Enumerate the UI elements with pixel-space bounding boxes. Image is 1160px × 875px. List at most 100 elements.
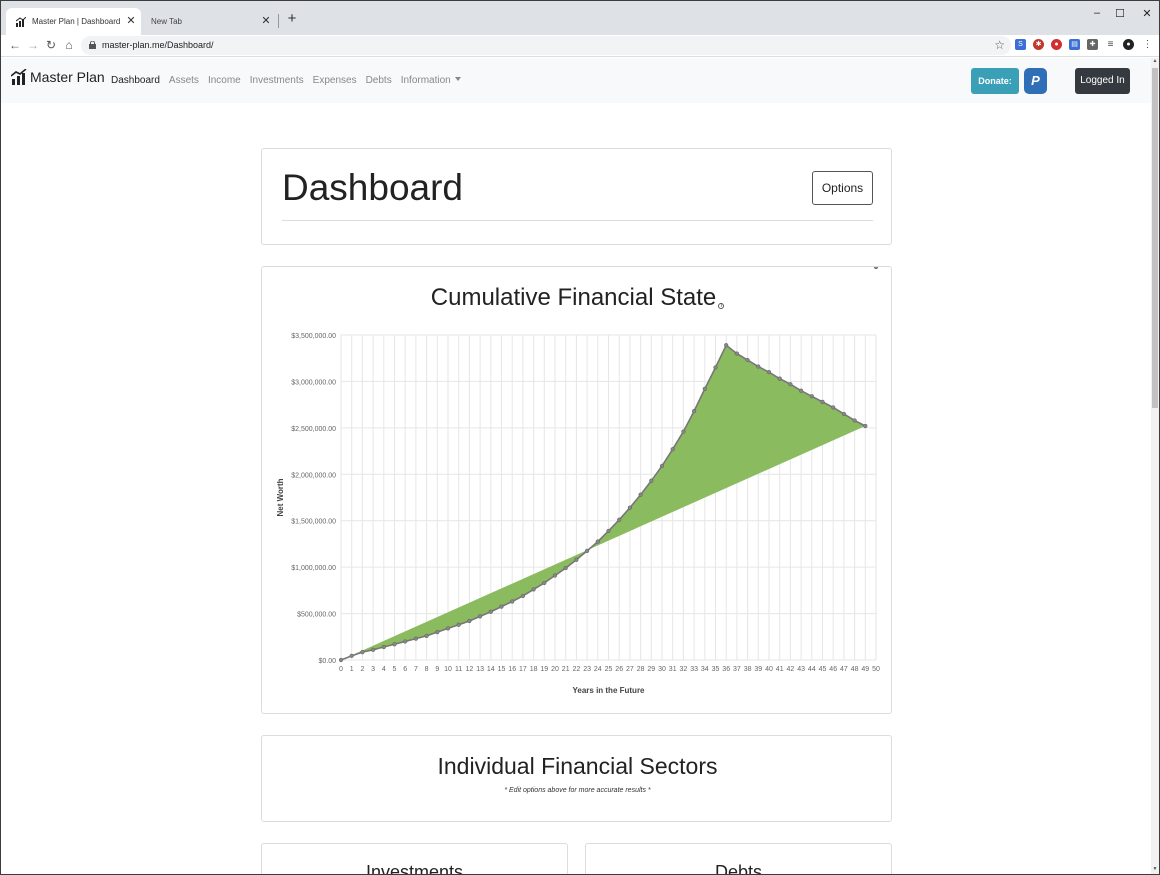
data-point xyxy=(659,463,665,469)
scroll-down-icon[interactable]: ▼ xyxy=(1151,866,1159,872)
data-point xyxy=(542,580,547,586)
data-point xyxy=(788,382,793,387)
data-point xyxy=(595,539,600,544)
reading-list-icon[interactable]: ≡ xyxy=(1105,39,1116,50)
chart-card: Cumulative Financial State i $0.00 $500,00… xyxy=(261,266,892,714)
y-tick-label: $1,000,000.00 xyxy=(291,565,336,572)
site-logo-icon xyxy=(16,16,26,27)
data-point xyxy=(424,633,429,638)
data-point xyxy=(809,394,814,399)
x-tick-label: 34 xyxy=(701,666,709,673)
y-tick-label: $1,500,000.00 xyxy=(291,519,336,526)
investments-card: Investments xyxy=(261,843,568,875)
nav-link-investments[interactable]: Investments xyxy=(250,75,304,86)
y-tick-label: $2,500,000.00 xyxy=(291,426,336,433)
scroll-up-icon[interactable]: ▲ xyxy=(1151,58,1159,64)
dashboard-header-card: Dashboard Options xyxy=(261,148,892,245)
x-tick-label: 25 xyxy=(605,666,613,673)
data-point xyxy=(702,386,707,391)
data-point xyxy=(734,351,740,356)
logged-in-button[interactable]: Logged In xyxy=(1075,68,1130,94)
nav-link-debts[interactable]: Debts xyxy=(366,75,392,86)
data-point xyxy=(638,492,643,497)
brand-logo-icon xyxy=(11,69,27,85)
x-tick-label: 39 xyxy=(754,666,762,673)
x-tick-label: 33 xyxy=(690,666,698,673)
x-tick-label: 15 xyxy=(498,666,506,673)
avatar[interactable]: ● xyxy=(1123,39,1134,50)
x-tick-label: 29 xyxy=(647,666,655,673)
tab-new-tab[interactable]: New Tab ✕ xyxy=(141,8,276,35)
tab-dashboard[interactable]: Master Plan | Dashboard ✕ xyxy=(6,8,141,35)
x-tick-label: 5 xyxy=(393,666,397,673)
net-worth-chart: $0.00 $500,000.00 $1,000,000.00 $1,500,000.… xyxy=(276,267,880,695)
x-tick-label: 14 xyxy=(487,666,495,673)
nav-dropdown-information[interactable]: Information xyxy=(401,75,461,86)
x-tick-label: 7 xyxy=(414,666,418,673)
nav-link-assets[interactable]: Assets xyxy=(169,75,199,86)
data-point xyxy=(713,365,718,370)
options-button[interactable]: Options xyxy=(812,171,873,205)
back-icon[interactable]: ← xyxy=(8,38,22,52)
data-point xyxy=(435,630,440,635)
close-window-icon[interactable]: ✕ xyxy=(1140,7,1154,20)
extension-icon[interactable]: ▤ xyxy=(1069,39,1080,50)
data-point xyxy=(724,343,729,348)
browser-window: Master Plan | Dashboard ✕ New Tab ✕ + – … xyxy=(0,0,1160,875)
page-scrollbar[interactable]: ▲ ▼ xyxy=(1151,58,1159,874)
y-tick-label: $3,500,000.00 xyxy=(291,333,336,340)
nav-link-dashboard[interactable]: Dashboard xyxy=(111,75,160,86)
x-tick-label: 0 xyxy=(339,666,343,673)
close-tab-icon[interactable]: ✕ xyxy=(260,15,272,27)
extension-icon[interactable]: ✱ xyxy=(1033,39,1044,50)
sectors-card: Individual Financial Sectors * Edit opti… xyxy=(261,735,892,822)
data-point xyxy=(456,622,461,627)
paypal-button[interactable]: P xyxy=(1024,68,1047,94)
minimize-icon[interactable]: – xyxy=(1090,7,1104,19)
nav-link-income[interactable]: Income xyxy=(208,75,241,86)
x-tick-label: 27 xyxy=(626,666,634,673)
x-tick-label: 4 xyxy=(382,666,386,673)
data-point xyxy=(756,364,761,369)
data-point xyxy=(606,528,611,534)
puzzle-icon[interactable]: ✚ xyxy=(1087,39,1098,50)
forward-icon[interactable]: → xyxy=(26,38,40,52)
brand-link[interactable]: Master Plan xyxy=(11,69,105,85)
menu-dots-icon[interactable]: ⋮ xyxy=(1142,39,1153,50)
page-title: Dashboard xyxy=(282,167,464,208)
x-tick-label: 6 xyxy=(403,666,407,673)
x-tick-label: 35 xyxy=(712,666,720,673)
x-tick-label: 1 xyxy=(350,666,354,673)
data-point xyxy=(510,599,515,604)
data-point xyxy=(841,411,847,417)
y-axis-label: Net Worth xyxy=(276,478,285,516)
data-point xyxy=(488,609,493,614)
extension-icon[interactable]: S xyxy=(1015,39,1026,50)
data-point xyxy=(777,376,782,381)
extension-icon[interactable]: ● xyxy=(1051,39,1062,50)
data-point xyxy=(349,653,354,658)
new-tab-icon[interactable]: + xyxy=(285,11,299,26)
maximize-icon[interactable]: ☐ xyxy=(1113,7,1127,20)
data-point xyxy=(873,267,879,270)
data-point xyxy=(392,642,397,647)
home-icon[interactable]: ⌂ xyxy=(62,38,76,52)
reload-icon[interactable]: ↻ xyxy=(44,38,58,52)
nav-link-expenses[interactable]: Expenses xyxy=(313,75,357,86)
data-point xyxy=(745,357,750,363)
close-tab-icon[interactable]: ✕ xyxy=(125,15,137,27)
y-tick-label: $2,000,000.00 xyxy=(291,472,336,479)
tab-strip: Master Plan | Dashboard ✕ New Tab ✕ + – … xyxy=(1,1,1159,35)
bookmark-star-icon[interactable]: ☆ xyxy=(994,38,1005,52)
x-tick-label: 16 xyxy=(508,666,516,673)
investments-title: Investments xyxy=(365,862,464,875)
x-tick-label: 11 xyxy=(455,666,462,673)
data-point xyxy=(820,399,825,404)
x-tick-label: 36 xyxy=(722,666,730,673)
x-tick-label: 47 xyxy=(840,666,848,673)
scrollbar-thumb[interactable] xyxy=(1152,68,1158,408)
address-bar[interactable]: master-plan.me/Dashboard/ ☆ xyxy=(81,36,1011,55)
data-point xyxy=(692,409,697,414)
x-tick-label: 21 xyxy=(562,666,570,673)
donate-button[interactable]: Donate: xyxy=(971,68,1019,94)
